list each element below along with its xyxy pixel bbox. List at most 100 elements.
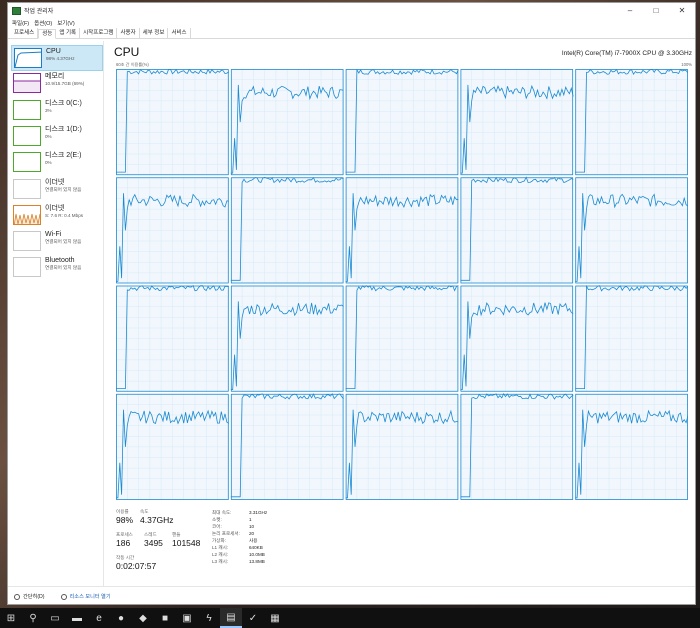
- uptime-value: 0:02:07:57: [116, 561, 157, 571]
- search-icon[interactable]: ⚲: [22, 608, 44, 628]
- sidebar-item-sub: 0%: [45, 160, 52, 166]
- app-icon[interactable]: ◆: [132, 608, 154, 628]
- detail-value: 10: [249, 524, 255, 529]
- cpu-model: Intel(R) Core(TM) i7-7900X CPU @ 3.30GHz: [561, 50, 692, 57]
- detail-value: 10.0MB: [249, 552, 265, 557]
- detail-row: 코어: 10: [212, 523, 332, 530]
- tab-strip: 프로세스 성능 앱 기록 시작프로그램 사용자 세부 정보 서비스: [8, 28, 695, 39]
- page-title: CPU: [114, 45, 140, 59]
- memory-graph-icon: [13, 73, 41, 94]
- sidebar-item-sub: 0%: [45, 133, 52, 139]
- task-manager-app-icon: [12, 6, 21, 15]
- sidebar-item[interactable]: 디스크 0(C:) 3%: [13, 98, 103, 124]
- bluetooth-graph-icon: [13, 257, 41, 278]
- detail-row: 소켓: 1: [212, 516, 332, 523]
- processor-graph: [575, 393, 688, 500]
- sidebar-item[interactable]: 메모리 10.9/15.7GB (69%): [13, 71, 103, 97]
- sidebar-item-sub: 연결되어 있지 않음: [45, 265, 82, 271]
- cpu-details: 최대 속도: 3.31GHz 소켓: 1 코어: 10 논리 프로세서: 20 가상화: 사용 L1…: [212, 509, 332, 565]
- sidebar-item-name: 디스크 2(E:): [45, 152, 82, 160]
- window-title: 작업 관리자: [24, 9, 54, 15]
- chevron-up-icon: [14, 593, 20, 600]
- sidebar-item-name: CPU: [46, 48, 61, 55]
- terminal-icon[interactable]: ▣: [176, 608, 198, 628]
- processor-graph: [345, 177, 459, 284]
- file-explorer-icon[interactable]: ▬: [66, 608, 88, 628]
- detail-value: 1: [249, 517, 252, 522]
- task-view-icon[interactable]: ▭: [44, 608, 66, 628]
- sidebar-item[interactable]: 이더넷 S: 7.6 R: 0.4 Mbps: [13, 203, 103, 229]
- detail-row: L1 캐시: 640KB: [212, 544, 332, 551]
- tab-users[interactable]: 사용자: [117, 28, 140, 38]
- detail-row: 논리 프로세서: 20: [212, 530, 332, 537]
- app-yellow-icon[interactable]: ▦: [264, 608, 286, 628]
- sidebar-item-sub: 연결되어 있지 않음: [45, 239, 82, 245]
- processor-graph: [460, 69, 574, 176]
- sidebar-item[interactable]: CPU 98% 4.37GHz: [11, 45, 103, 71]
- threads-value: 3495: [144, 538, 163, 548]
- app-red-icon[interactable]: ϟ: [198, 608, 220, 628]
- sidebar-item[interactable]: 이더넷 연결되어 있지 않음: [13, 177, 103, 203]
- sidebar-item-name: 이더넷: [45, 204, 65, 212]
- processor-graph: [230, 69, 344, 176]
- logical-processor-graphs[interactable]: [116, 69, 688, 500]
- title-bar: 작업 관리자 – □ ✕: [8, 3, 695, 18]
- task-manager-icon[interactable]: ▤: [220, 608, 242, 628]
- sidebar-item-name: 디스크 1(D:): [45, 125, 82, 133]
- processor-graph: [460, 285, 574, 392]
- processor-graph: [116, 284, 229, 392]
- kakaotalk-icon[interactable]: ■: [154, 608, 176, 628]
- sidebar-item-sub: 연결되어 있지 않음: [45, 186, 82, 192]
- tab-performance[interactable]: 성능: [38, 29, 57, 39]
- close-button[interactable]: ✕: [669, 3, 695, 18]
- processor-graph: [345, 393, 459, 500]
- menu-file[interactable]: 파일(F): [12, 19, 29, 27]
- utilization-value: 98%: [116, 515, 134, 525]
- open-resource-monitor-link[interactable]: 리소스 모니터 열기: [70, 593, 111, 600]
- processor-graph: [460, 392, 574, 500]
- ethernet-graph-icon: [13, 204, 41, 225]
- taskbar: ⊞ ⚲ ▭ ▬ e ● ◆ ■ ▣ ϟ ▤ ✓ ▦: [0, 608, 700, 628]
- processor-graph: [230, 393, 344, 500]
- menu-options[interactable]: 옵션(O): [34, 19, 52, 27]
- resource-sidebar: CPU 98% 4.37GHz 메모리 10.9/15.7GB (69%) 디스크 0(…: [8, 41, 104, 586]
- sidebar-item[interactable]: Wi-Fi 연결되어 있지 않음: [13, 229, 103, 255]
- tab-app-history[interactable]: 앱 기록: [56, 28, 81, 38]
- sidebar-item-name: 메모리: [45, 73, 65, 81]
- processor-graph: [230, 176, 344, 284]
- sidebar-item-sub: S: 7.6 R: 0.4 Mbps: [45, 212, 84, 218]
- app-check-icon[interactable]: ✓: [242, 608, 264, 628]
- edge-icon[interactable]: e: [88, 608, 110, 628]
- sidebar-item-sub: 10.9/15.7GB (69%): [45, 81, 85, 87]
- menu-view[interactable]: 보기(V): [57, 19, 74, 27]
- tab-processes[interactable]: 프로세스: [11, 28, 39, 38]
- minimize-button[interactable]: –: [617, 3, 643, 18]
- sidebar-item-name: 이더넷: [45, 178, 65, 186]
- handles-value: 101548: [172, 538, 201, 548]
- disk-graph-icon: [13, 152, 41, 173]
- processor-graph: [116, 69, 230, 176]
- sidebar-item[interactable]: 디스크 1(D:) 0%: [13, 124, 103, 150]
- sidebar-item[interactable]: 디스크 2(E:) 0%: [13, 150, 103, 176]
- sidebar-item-sub: 98% 4.37GHz: [46, 56, 75, 61]
- detail-key: L1 캐시:: [212, 545, 229, 550]
- detail-row: L2 캐시: 10.0MB: [212, 551, 332, 558]
- maximize-button[interactable]: □: [643, 3, 669, 18]
- detail-key: 코어:: [212, 524, 222, 529]
- sidebar-item[interactable]: Bluetooth 연결되어 있지 않음: [13, 255, 103, 281]
- fewer-details-link[interactable]: 간단히(D): [23, 593, 45, 600]
- footer-bar: 간단히(D) 리소스 모니터 열기: [8, 586, 695, 604]
- speed-value: 4.37GHz: [140, 515, 174, 525]
- tab-details[interactable]: 세부 정보: [140, 28, 169, 38]
- disk-graph-icon: [13, 125, 41, 146]
- chrome-icon[interactable]: ●: [110, 608, 132, 628]
- tab-startup[interactable]: 시작프로그램: [80, 28, 118, 38]
- tab-services[interactable]: 서비스: [168, 28, 191, 38]
- graph-label-right: 100%: [681, 62, 692, 67]
- detail-key: 최대 속도:: [212, 510, 232, 515]
- processor-graph: [116, 177, 229, 284]
- processes-value: 186: [116, 538, 131, 548]
- detail-row: L3 캐시: 13.8MB: [212, 558, 332, 565]
- windows-start-icon[interactable]: ⊞: [0, 608, 22, 628]
- graph-labels: 60초 간 이용률(%) 100%: [116, 62, 692, 68]
